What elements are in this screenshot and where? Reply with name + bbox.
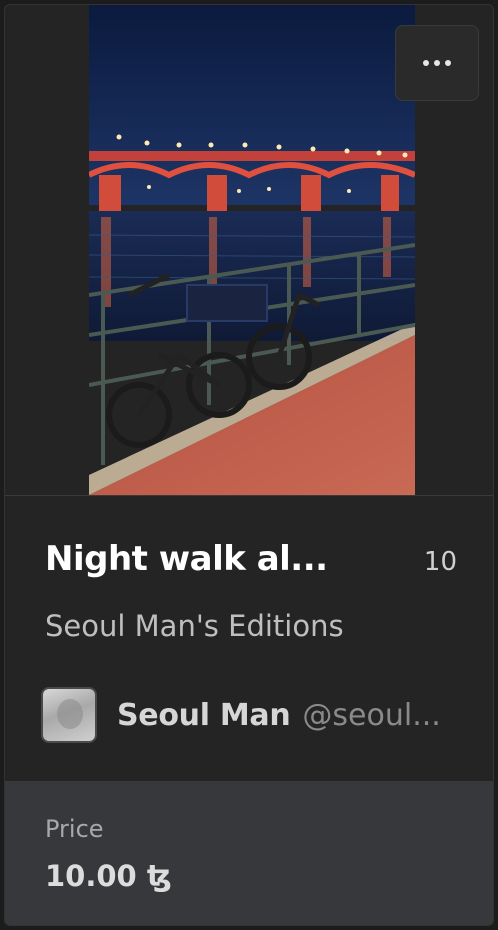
nft-card[interactable]: Night walk al... 10 Seoul Man's Editions…	[4, 4, 494, 926]
avatar	[41, 687, 97, 743]
more-horizontal-icon-dot	[434, 60, 440, 66]
price-label: Price	[45, 815, 104, 843]
avatar-image	[57, 699, 83, 729]
artwork-title[interactable]: Night walk al...	[45, 539, 345, 579]
more-options-button[interactable]	[395, 25, 479, 101]
more-horizontal-icon-dot	[445, 60, 451, 66]
price-footer: Price 10.00 ꜩ	[5, 781, 493, 925]
price-value: 10.00 ꜩ	[45, 859, 172, 893]
collection-name[interactable]: Seoul Man's Editions	[45, 609, 344, 643]
more-horizontal-icon	[423, 60, 429, 66]
edition-count: 10	[423, 547, 457, 577]
creator-handle: @seoul...	[302, 697, 441, 733]
artwork-image	[89, 5, 415, 495]
creator-link[interactable]: Seoul Man @seoul...	[41, 685, 461, 745]
artwork-preview[interactable]	[5, 5, 493, 496]
creator-name: Seoul Man	[117, 697, 291, 733]
